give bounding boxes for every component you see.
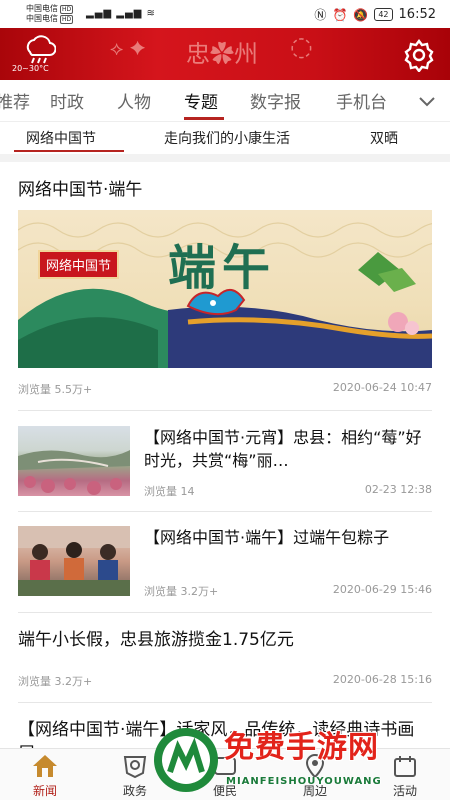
nav-news[interactable]: 新闻 [0, 749, 90, 801]
divider [18, 511, 432, 512]
tab-special[interactable]: 专题 [184, 88, 218, 113]
publish-date: 2020-06-29 15:46 [332, 583, 432, 596]
government-icon [123, 756, 147, 779]
weather-temperature: 20~30°C [12, 64, 49, 73]
view-count: 浏览量 3.2万+ [18, 675, 93, 688]
carrier-label-2: 中国电信 [26, 14, 58, 23]
site-watermark: 免费手游网 MIANFEISHOUYOUWANG [150, 718, 450, 800]
watermark-logo-icon [154, 728, 218, 792]
carrier-label-1: 中国电信 [26, 4, 58, 13]
publish-date: 2020-06-28 15:16 [332, 673, 432, 686]
alarm-icon: ⏰ [332, 7, 348, 22]
settings-gear-icon[interactable] [402, 38, 436, 72]
view-count: 浏览量 3.2万+ [144, 585, 219, 598]
divider [18, 410, 432, 411]
tab-mobile-tv[interactable]: 手机台 [336, 88, 387, 113]
topic-subtabs: 网络中国节 走向我们的小康生活 双晒 [0, 122, 450, 154]
status-bar: 中国电信 HD 中国电信 HD ▂▄▆ ▂▄▆ ≋ Ⓝ ⏰ 🔕 42 16:52 [0, 0, 450, 28]
clock: 16:52 [398, 7, 436, 22]
list-item[interactable]: 网络中国节·端午 [18, 178, 432, 202]
item-title[interactable]: 【网络中国节·元宵】忠县：相约“莓”好时光，共赏“梅”丽… [144, 426, 432, 472]
watermark-subtext: MIANFEISHOUYOUWANG [226, 776, 382, 787]
carrier-info: 中国电信 HD 中国电信 HD [26, 4, 74, 24]
channel-tabs: 推荐 时政 人物 专题 数字报 手机台 [0, 80, 450, 122]
hero-image[interactable]: 网络中国节 端午 [18, 210, 432, 368]
header-banner: ⟡ ✦ 忠✿州 ◌ 20~30°C [0, 28, 450, 80]
subtab-shuangshai[interactable]: 双晒 [370, 128, 398, 148]
subtab-active-indicator [14, 150, 124, 152]
item-title[interactable]: 【网络中国节·端午】过端午包粽子 [144, 526, 432, 549]
hd-badge-1: HD [60, 5, 74, 14]
hero-tag: 网络中国节 [38, 250, 120, 279]
plum-blossom-landscape [18, 450, 130, 495]
search-decoration: ◌ [290, 32, 313, 62]
nfc-icon: Ⓝ [314, 8, 327, 22]
tab-digital-paper[interactable]: 数字报 [250, 88, 301, 113]
publish-date: 2020-06-24 10:47 [332, 381, 432, 394]
tab-active-indicator [184, 117, 224, 120]
tab-politics[interactable]: 时政 [50, 88, 84, 113]
publish-date: 02-23 12:38 [364, 483, 432, 496]
swallow-decoration: ⟡ ✦ [110, 36, 146, 60]
item-title[interactable]: 端午小长假，忠县旅游揽金1.75亿元 [18, 628, 432, 652]
thumbnail-image [18, 426, 130, 496]
divider [18, 702, 432, 703]
news-feed: 网络中国节·端午 网络中国节 端午 浏览量 5.5万+ 2020-06-24 1… [0, 162, 450, 748]
view-count: 浏览量 5.5万+ [18, 383, 93, 396]
status-icons: Ⓝ ⏰ 🔕 42 16:52 [314, 6, 436, 23]
signal-icon: ▂▄▆ ▂▄▆ ≋ [86, 8, 156, 19]
subtab-net-festival[interactable]: 网络中国节 [26, 128, 96, 148]
thumbnail-image [18, 526, 130, 596]
divider [18, 612, 432, 613]
watermark-text: 免费手游网 [224, 730, 379, 765]
people-making-zongzi [18, 526, 130, 596]
nav-label: 新闻 [32, 784, 57, 798]
home-icon [33, 755, 57, 777]
tab-people[interactable]: 人物 [117, 88, 151, 113]
hd-badge-2: HD [60, 15, 74, 24]
mute-icon: 🔕 [353, 7, 369, 22]
section-gap [0, 154, 450, 162]
view-count: 浏览量 14 [144, 485, 195, 498]
calligraphy-decoration: 忠✿州 [186, 40, 258, 68]
item-title[interactable]: 网络中国节·端午 [18, 178, 432, 202]
tab-recommend[interactable]: 推荐 [0, 88, 30, 113]
chevron-down-icon[interactable] [416, 90, 438, 112]
battery-icon: 42 [374, 8, 393, 21]
hero-title: 端午 [168, 240, 277, 296]
list-item[interactable]: 端午小长假，忠县旅游揽金1.75亿元 [18, 628, 432, 652]
subtab-xiaokang[interactable]: 走向我们的小康生活 [164, 128, 290, 148]
